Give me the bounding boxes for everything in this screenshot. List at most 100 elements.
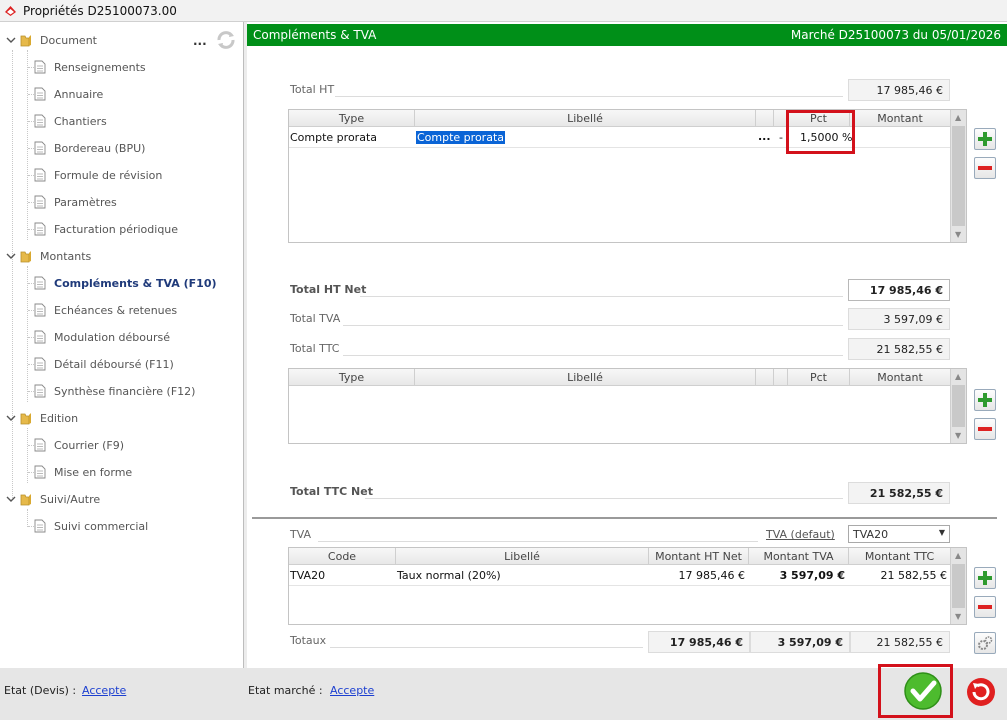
- column-header-pct[interactable]: Pct: [788, 369, 850, 386]
- tree-item-label: Paramètres: [54, 195, 117, 209]
- scroll-up-icon[interactable]: ▲: [955, 372, 961, 381]
- tva-settings-button[interactable]: [974, 632, 996, 654]
- scroll-down-icon[interactable]: ▼: [955, 431, 961, 440]
- remove-tva-button[interactable]: [974, 596, 996, 618]
- tree-item[interactable]: Synthèse financière (F12): [34, 382, 195, 400]
- plus-icon: [978, 393, 992, 407]
- column-header-montant[interactable]: Montant: [850, 369, 951, 386]
- document-icon: [34, 303, 46, 317]
- tree-item-label: Synthèse financière (F12): [54, 384, 196, 398]
- app-logo-icon: [5, 6, 16, 16]
- total-ttc-net-label: Total TTC Net: [290, 485, 373, 498]
- gears-icon: [978, 636, 993, 650]
- chevron-down-icon[interactable]: [6, 251, 16, 261]
- scroll-up-icon[interactable]: ▲: [955, 551, 961, 560]
- add-tva-button[interactable]: [974, 567, 996, 589]
- scroll-down-icon[interactable]: ▼: [955, 612, 961, 621]
- column-header-montant-ht[interactable]: Montant HT Net: [649, 548, 749, 565]
- tree-item[interactable]: Paramètres: [34, 193, 117, 211]
- row-libelle-input[interactable]: Compte prorata: [416, 131, 505, 144]
- totaux-label: Totaux: [290, 634, 327, 647]
- scroll-up-icon[interactable]: ▲: [955, 113, 961, 122]
- folder-icon: [20, 493, 31, 505]
- column-header-montant-ttc[interactable]: Montant TTC: [849, 548, 951, 565]
- tree-item[interactable]: Bordereau (BPU): [34, 139, 145, 157]
- scroll-thumb[interactable]: [952, 564, 965, 608]
- total-ttc-value: 21 582,55 €: [848, 338, 950, 360]
- document-icon: [34, 114, 46, 128]
- column-header-code[interactable]: Code: [289, 548, 396, 565]
- add-complement-button[interactable]: [974, 128, 996, 150]
- tree-group-label: Suivi/Autre: [40, 492, 101, 506]
- refresh-icon[interactable]: [214, 28, 238, 52]
- complements-grid[interactable]: Type Libellé Pct Montant Compte prorata …: [288, 109, 967, 243]
- minus-icon: [978, 605, 992, 609]
- tree-item[interactable]: Courrier (F9): [34, 436, 124, 454]
- tree-more-button[interactable]: ...: [193, 34, 207, 48]
- chevron-down-icon[interactable]: [6, 494, 16, 504]
- section-divider: [252, 517, 997, 519]
- remove-ttc-complement-button[interactable]: [974, 418, 996, 440]
- row-type: Compte prorata: [290, 131, 377, 144]
- tree-item[interactable]: Détail déboursé (F11): [34, 355, 174, 373]
- document-icon: [34, 195, 46, 209]
- minus-icon: [978, 427, 992, 431]
- column-header-montant-tva[interactable]: Montant TVA: [749, 548, 849, 565]
- tree-item[interactable]: Formule de révision: [34, 166, 162, 184]
- etat-marche-link[interactable]: Accepte: [330, 684, 374, 697]
- tree-item[interactable]: Chantiers: [34, 112, 107, 130]
- document-icon: [34, 384, 46, 398]
- tva-default-link[interactable]: TVA (defaut): [766, 528, 835, 541]
- tree-group-2[interactable]: Edition: [6, 409, 78, 427]
- column-header-montant[interactable]: Montant: [850, 110, 951, 127]
- tree-group-0[interactable]: Document: [6, 31, 97, 49]
- tree-item[interactable]: Suivi commercial: [34, 517, 148, 535]
- document-icon: [34, 141, 46, 155]
- tree-item-label: Courrier (F9): [54, 438, 124, 452]
- document-icon: [34, 357, 46, 371]
- chevron-down-icon[interactable]: [6, 35, 16, 45]
- add-ttc-complement-button[interactable]: [974, 389, 996, 411]
- tree-item[interactable]: Compléments & TVA (F10): [34, 274, 217, 292]
- column-header-type[interactable]: Type: [289, 369, 415, 386]
- tree-item-label: Détail déboursé (F11): [54, 357, 174, 371]
- column-header-libelle[interactable]: Libellé: [415, 369, 756, 386]
- grid-scrollbar[interactable]: ▲ ▼: [950, 110, 966, 242]
- validate-button[interactable]: [903, 671, 943, 711]
- row-ellipsis-button[interactable]: ...: [758, 130, 771, 143]
- tree-item[interactable]: Echéances & retenues: [34, 301, 177, 319]
- etat-devis-link[interactable]: Accepte: [82, 684, 126, 697]
- total-ttc-label: Total TTC: [290, 342, 340, 355]
- total-ht-net-value[interactable]: 17 985,46 €: [848, 279, 950, 301]
- grid-scrollbar[interactable]: ▲ ▼: [950, 369, 966, 443]
- tree-item-label: Bordereau (BPU): [54, 141, 146, 155]
- table-row[interactable]: TVA20 Taux normal (20%) 17 985,46 € 3 59…: [289, 566, 951, 586]
- column-header-type[interactable]: Type: [289, 110, 415, 127]
- tree-item[interactable]: Mise en forme: [34, 463, 132, 481]
- tree-item[interactable]: Modulation déboursé: [34, 328, 170, 346]
- row-montant-ht: 17 985,46 €: [678, 569, 745, 582]
- scroll-thumb[interactable]: [952, 126, 965, 226]
- tree-item[interactable]: Annuaire: [34, 85, 103, 103]
- tree-item[interactable]: Renseignements: [34, 58, 146, 76]
- document-icon: [34, 465, 46, 479]
- column-header-libelle[interactable]: Libellé: [415, 110, 756, 127]
- scroll-thumb[interactable]: [952, 385, 965, 427]
- tree-item[interactable]: Facturation périodique: [34, 220, 178, 238]
- remove-complement-button[interactable]: [974, 157, 996, 179]
- tva-default-select[interactable]: TVA20 ▼: [848, 525, 950, 543]
- tree-item-label: Suivi commercial: [54, 519, 149, 533]
- tva-grid[interactable]: Code Libellé Montant HT Net Montant TVA …: [288, 547, 967, 625]
- cancel-button[interactable]: [965, 676, 997, 708]
- chevron-down-icon[interactable]: [6, 413, 16, 423]
- column-header-libelle[interactable]: Libellé: [396, 548, 649, 565]
- tree-group-3[interactable]: Suivi/Autre: [6, 490, 100, 508]
- tree-group-1[interactable]: Montants: [6, 247, 91, 265]
- tree-item-label: Formule de révision: [54, 168, 163, 182]
- scroll-down-icon[interactable]: ▼: [955, 230, 961, 239]
- totaux-ht: 17 985,46 €: [648, 631, 750, 653]
- ttc-complements-grid[interactable]: Type Libellé Pct Montant ▲ ▼: [288, 368, 967, 444]
- grid-scrollbar[interactable]: ▲ ▼: [950, 548, 966, 624]
- tree-item-label: Annuaire: [54, 87, 104, 101]
- navigation-tree: ... Document Renseignements Annuaire Chanti…: [0, 22, 244, 668]
